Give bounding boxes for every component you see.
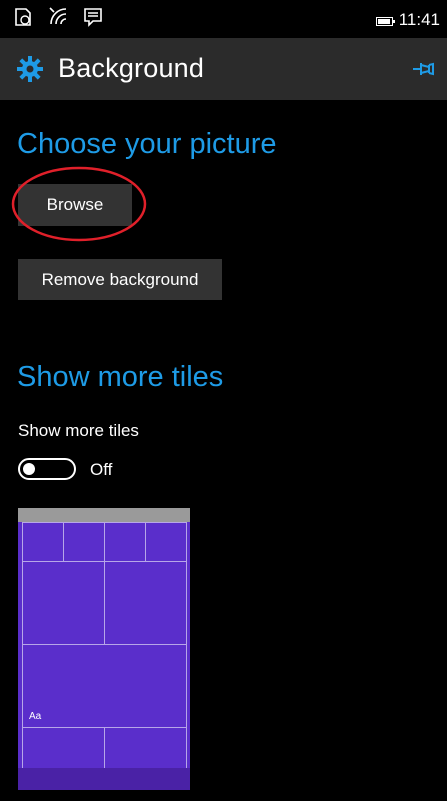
pin-icon[interactable] <box>411 58 437 80</box>
preview-tile-text: Aa <box>29 711 42 722</box>
preview-wide-tile: Aa <box>22 644 187 728</box>
status-time: 11:41 <box>398 10 440 29</box>
preview-status-bar <box>18 508 190 522</box>
preview-nav-bar <box>18 768 190 790</box>
preview-tile <box>22 561 105 645</box>
page-title: Background <box>58 53 205 83</box>
choose-picture-heading: Choose your picture <box>17 128 277 160</box>
preview-tile <box>63 522 105 562</box>
status-bar: 11:41 <box>0 0 447 38</box>
gear-icon <box>17 56 43 82</box>
toggle-state: Off <box>90 460 113 479</box>
start-screen-preview: Aa <box>18 508 190 790</box>
preview-tile <box>22 522 64 562</box>
browse-button[interactable]: Browse <box>18 184 132 226</box>
toggle-knob <box>23 463 35 475</box>
show-more-tiles-toggle[interactable] <box>18 458 76 480</box>
preview-tile <box>104 561 187 645</box>
wifi-icon <box>49 7 67 25</box>
app-notification-icon <box>15 8 31 26</box>
app-header: Background <box>0 38 447 100</box>
remove-background-button[interactable]: Remove background <box>18 259 222 300</box>
preview-tile <box>104 522 146 562</box>
battery-icon <box>376 17 395 26</box>
preview-tile <box>145 522 187 562</box>
message-icon <box>84 8 102 27</box>
show-more-tiles-heading: Show more tiles <box>17 361 224 393</box>
toggle-label: Show more tiles <box>18 421 139 440</box>
